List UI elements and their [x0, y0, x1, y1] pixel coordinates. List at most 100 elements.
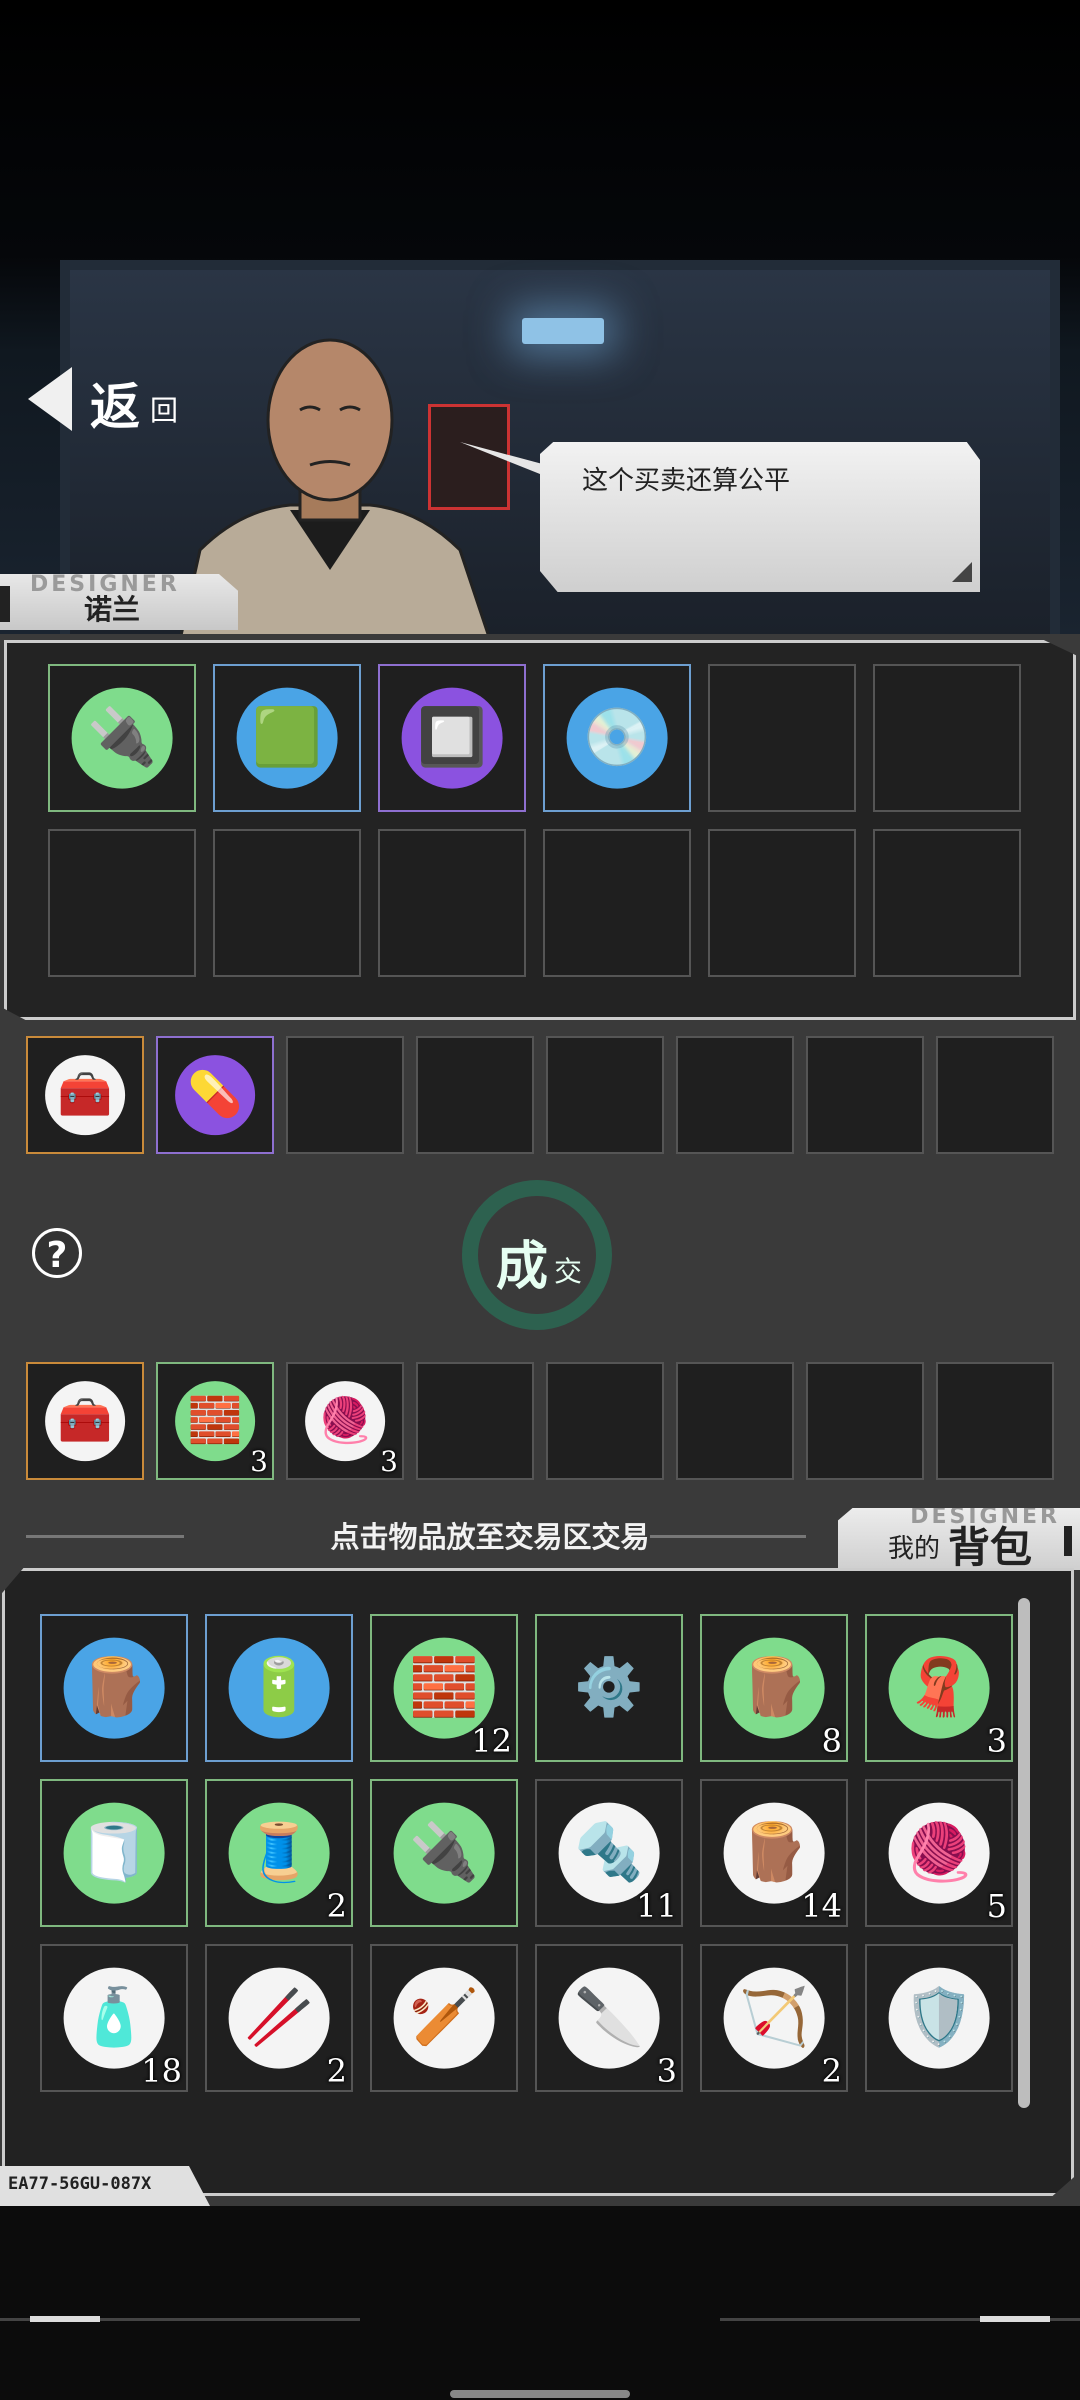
wood-planks-icon: 🪵	[79, 1655, 149, 1720]
npc-stock-slot[interactable]: 🟩	[213, 664, 361, 812]
bag-slot[interactable]: 🪵	[40, 1614, 188, 1762]
cloth-roll-icon: 🧣	[904, 1655, 974, 1720]
npc-stock-slot[interactable]	[48, 829, 196, 977]
bag-slot[interactable]: 🏏	[370, 1944, 518, 2092]
player-offer-slot[interactable]	[806, 1362, 924, 1480]
circuit-board-icon: 🟩	[252, 705, 322, 770]
npc-stock-slot[interactable]	[378, 829, 526, 977]
bag-scrollbar[interactable]	[1018, 1598, 1030, 2108]
tape-roll-icon: 🧻	[79, 1820, 149, 1885]
bag-tab: DESIGNER 我的 背包	[838, 1508, 1080, 1570]
player-offer-slot[interactable]	[416, 1362, 534, 1480]
bag-label-big: 背包	[948, 1523, 1033, 1572]
npc-offer-slot[interactable]	[806, 1036, 924, 1154]
npc-offer-slot[interactable]	[546, 1036, 664, 1154]
npc-stock-slot[interactable]	[213, 829, 361, 977]
home-indicator[interactable]	[450, 2390, 630, 2398]
tab-bar	[0, 586, 10, 622]
baseball-bat-icon: 🏏	[409, 1985, 479, 2050]
player-offer-slot[interactable]	[546, 1362, 664, 1480]
cloth-scraps-icon: 🧶	[904, 1820, 974, 1885]
npc-name: 诺兰	[84, 593, 141, 626]
item-count: 11	[636, 1887, 677, 1925]
item-count: 3	[380, 1445, 398, 1478]
cpu-chip-icon: 🔲	[417, 705, 487, 770]
npc-stock-slot[interactable]	[873, 664, 1021, 812]
bag-slot[interactable]: 🥢 2	[205, 1944, 353, 2092]
npc-offer-slot[interactable]: 🧰	[26, 1036, 144, 1154]
npc-offer-slot[interactable]	[936, 1036, 1054, 1154]
bag-slot[interactable]: 🧻	[40, 1779, 188, 1927]
first-aid-kit-icon: 🧰	[57, 1395, 113, 1446]
bag-slot[interactable]: 🧵 2	[205, 1779, 353, 1927]
item-count: 3	[986, 1722, 1007, 1760]
npc-stock-slot[interactable]	[543, 829, 691, 977]
metal-ingot-icon: 🧱	[187, 1395, 243, 1446]
bag-slot[interactable]: 🧶 5	[865, 1779, 1013, 1927]
dialogue-bubble: 这个买卖还算公平	[540, 442, 980, 592]
bag-slot[interactable]: 🪵 8	[700, 1614, 848, 1762]
device-code-tab: EA77-56GU-087X	[0, 2166, 210, 2206]
item-count: 18	[141, 2052, 182, 2090]
item-count: 12	[471, 1722, 512, 1760]
player-offer-slot[interactable]: 🧱 3	[156, 1362, 274, 1480]
deal-label-small: 交	[554, 1255, 583, 1288]
battery-icon: 🔋	[244, 1655, 314, 1720]
deal-label-big: 成	[496, 1236, 549, 1297]
player-offer-slot[interactable]: 🧶 3	[286, 1362, 404, 1480]
npc-stock-slot[interactable]: 🔌	[48, 664, 196, 812]
bag-tab-bar	[1064, 1526, 1072, 1556]
bag-slot[interactable]: 🧱 12	[370, 1614, 518, 1762]
item-count: 3	[250, 1445, 268, 1478]
wood-scraps-icon: 🪵	[739, 1820, 809, 1885]
bag-slot[interactable]: 🛡️	[865, 1944, 1013, 2092]
wooden-stick-icon: 🥢	[244, 1985, 314, 2050]
npc-stock-slot[interactable]: 🔲	[378, 664, 526, 812]
item-count: 3	[656, 2052, 677, 2090]
bag-slot[interactable]: ⚙️	[535, 1614, 683, 1762]
player-offer-slot[interactable]: 🧰	[26, 1362, 144, 1480]
bag-slot[interactable]: 🧴 18	[40, 1944, 188, 2092]
npc-offer-slot[interactable]: 💊	[156, 1036, 274, 1154]
trade-hint: 点击物品放至交易区交易	[330, 1520, 650, 1554]
npc-offer-slot[interactable]	[416, 1036, 534, 1154]
bag-slot[interactable]: 🧣 3	[865, 1614, 1013, 1762]
npc-stock-slot[interactable]: 💿	[543, 664, 691, 812]
dialogue-next-icon	[952, 562, 972, 582]
bag-slot[interactable]: 🏹 2	[700, 1944, 848, 2092]
item-count: 14	[801, 1887, 842, 1925]
bag-slot[interactable]: 🔪 3	[535, 1944, 683, 2092]
bag-slot[interactable]: 🪵 14	[700, 1779, 848, 1927]
gears-icon: ⚙️	[574, 1655, 644, 1720]
item-count: 8	[821, 1722, 842, 1760]
medicine-bottle-icon: 💊	[187, 1069, 243, 1120]
player-offer-slot[interactable]	[936, 1362, 1054, 1480]
cloth-scraps-icon: 🧶	[317, 1395, 373, 1446]
ceiling-lamp	[522, 318, 604, 344]
npc-name-tab: DESIGNER 诺兰	[0, 574, 238, 630]
bag-slot[interactable]: 🔩 11	[535, 1779, 683, 1927]
npc-stock-slot[interactable]	[708, 664, 856, 812]
bag-slot[interactable]: 🔋	[205, 1614, 353, 1762]
player-offer-slot[interactable]	[676, 1362, 794, 1480]
bag-label-small: 我的	[888, 1534, 941, 1564]
knife-icon: 🔪	[574, 1985, 644, 2050]
bag-slot[interactable]: 🔌	[370, 1779, 518, 1927]
npc-offer-slot[interactable]	[676, 1036, 794, 1154]
npc-stock-slot[interactable]	[873, 829, 1021, 977]
item-count: 5	[986, 1887, 1007, 1925]
npc-offer-slot[interactable]	[286, 1036, 404, 1154]
device-code: EA77-56GU-087X	[8, 2174, 152, 2194]
wires-icon: 🧵	[244, 1820, 314, 1885]
help-button[interactable]: ?	[32, 1228, 82, 1278]
item-count: 2	[326, 1887, 347, 1925]
deal-button[interactable]: 成 交	[462, 1180, 612, 1330]
back-label-big: 返	[90, 377, 140, 436]
dialogue-text: 这个买卖还算公平	[582, 466, 791, 496]
scrap-metal-icon: 🔩	[574, 1820, 644, 1885]
bottom-frame	[0, 2206, 1080, 2400]
electronic-components-icon: 🔌	[409, 1820, 479, 1885]
item-count: 2	[821, 2052, 842, 2090]
bow-icon: 🏹	[739, 1985, 809, 2050]
npc-stock-slot[interactable]	[708, 829, 856, 977]
